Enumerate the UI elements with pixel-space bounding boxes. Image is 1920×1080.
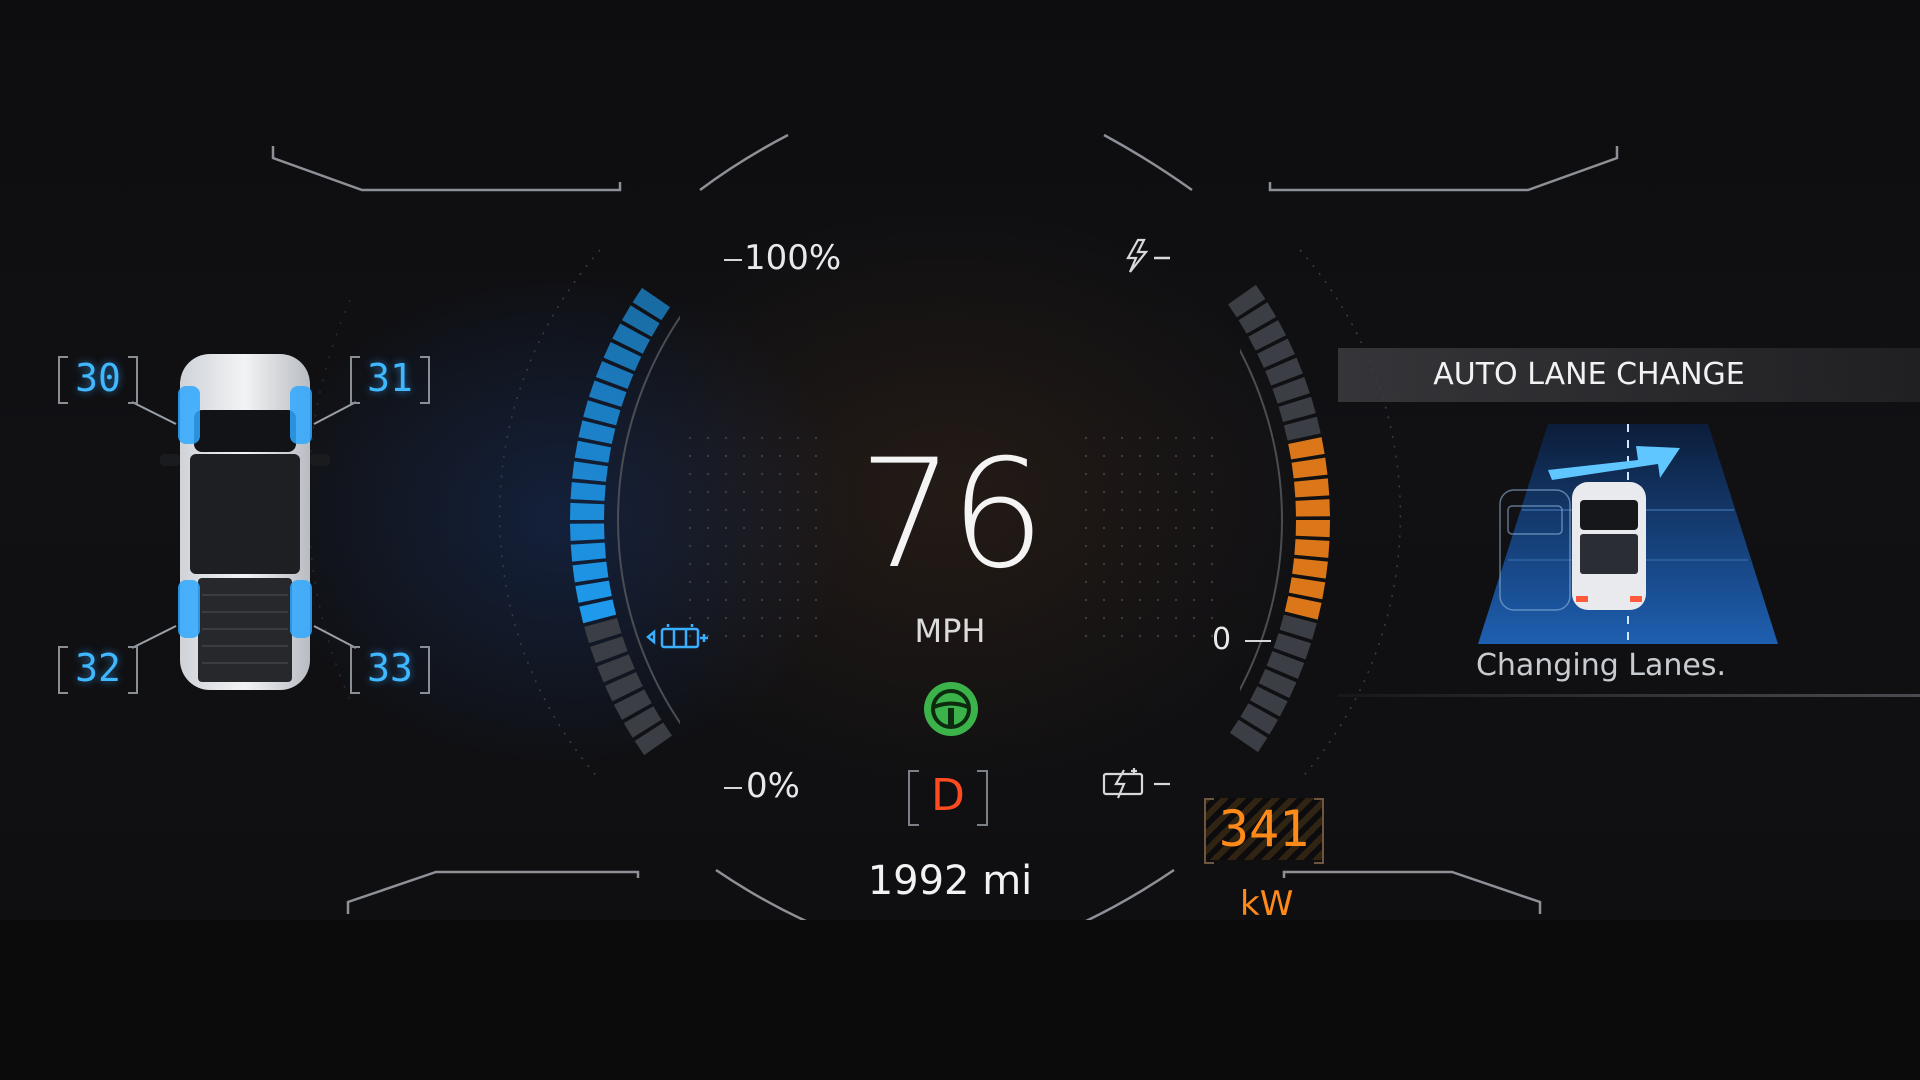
auto-lane-change-status: Changing Lanes. <box>1475 648 1727 683</box>
lightning-icon <box>1126 238 1170 273</box>
power-unit: kW <box>1240 884 1294 924</box>
power-gauge-segment <box>1288 437 1325 460</box>
auto-lane-change-panel: AUTO LANE CHANGE Changing Lanes. <box>1338 348 1920 700</box>
power-gauge-segment <box>1294 478 1330 498</box>
power-gauge-segment <box>1295 520 1330 538</box>
power-gauge-segment <box>1294 539 1330 558</box>
power-gauge-segment <box>1291 457 1328 479</box>
instrument-cluster: 30 31 32 33 100% 0% 76 MPH D 1992 mi 0 3… <box>0 0 1920 924</box>
power-gauge-segment <box>1295 499 1330 517</box>
power-gauge-zero-label: 0 <box>1212 622 1272 657</box>
lane-change-illustration <box>1478 424 1778 644</box>
regen-charge-icon <box>1102 768 1170 799</box>
auto-lane-change-title: AUTO LANE CHANGE <box>1338 348 1920 402</box>
auto-lane-change-divider <box>1338 694 1920 697</box>
power-gauge-segment <box>1284 596 1322 620</box>
power-gauge-segment <box>1283 416 1321 441</box>
bottom-band <box>0 920 1920 1080</box>
power-value: 341 <box>1204 798 1324 864</box>
power-gauge-segment <box>1292 558 1328 579</box>
power-gauge-segment <box>1288 577 1326 600</box>
